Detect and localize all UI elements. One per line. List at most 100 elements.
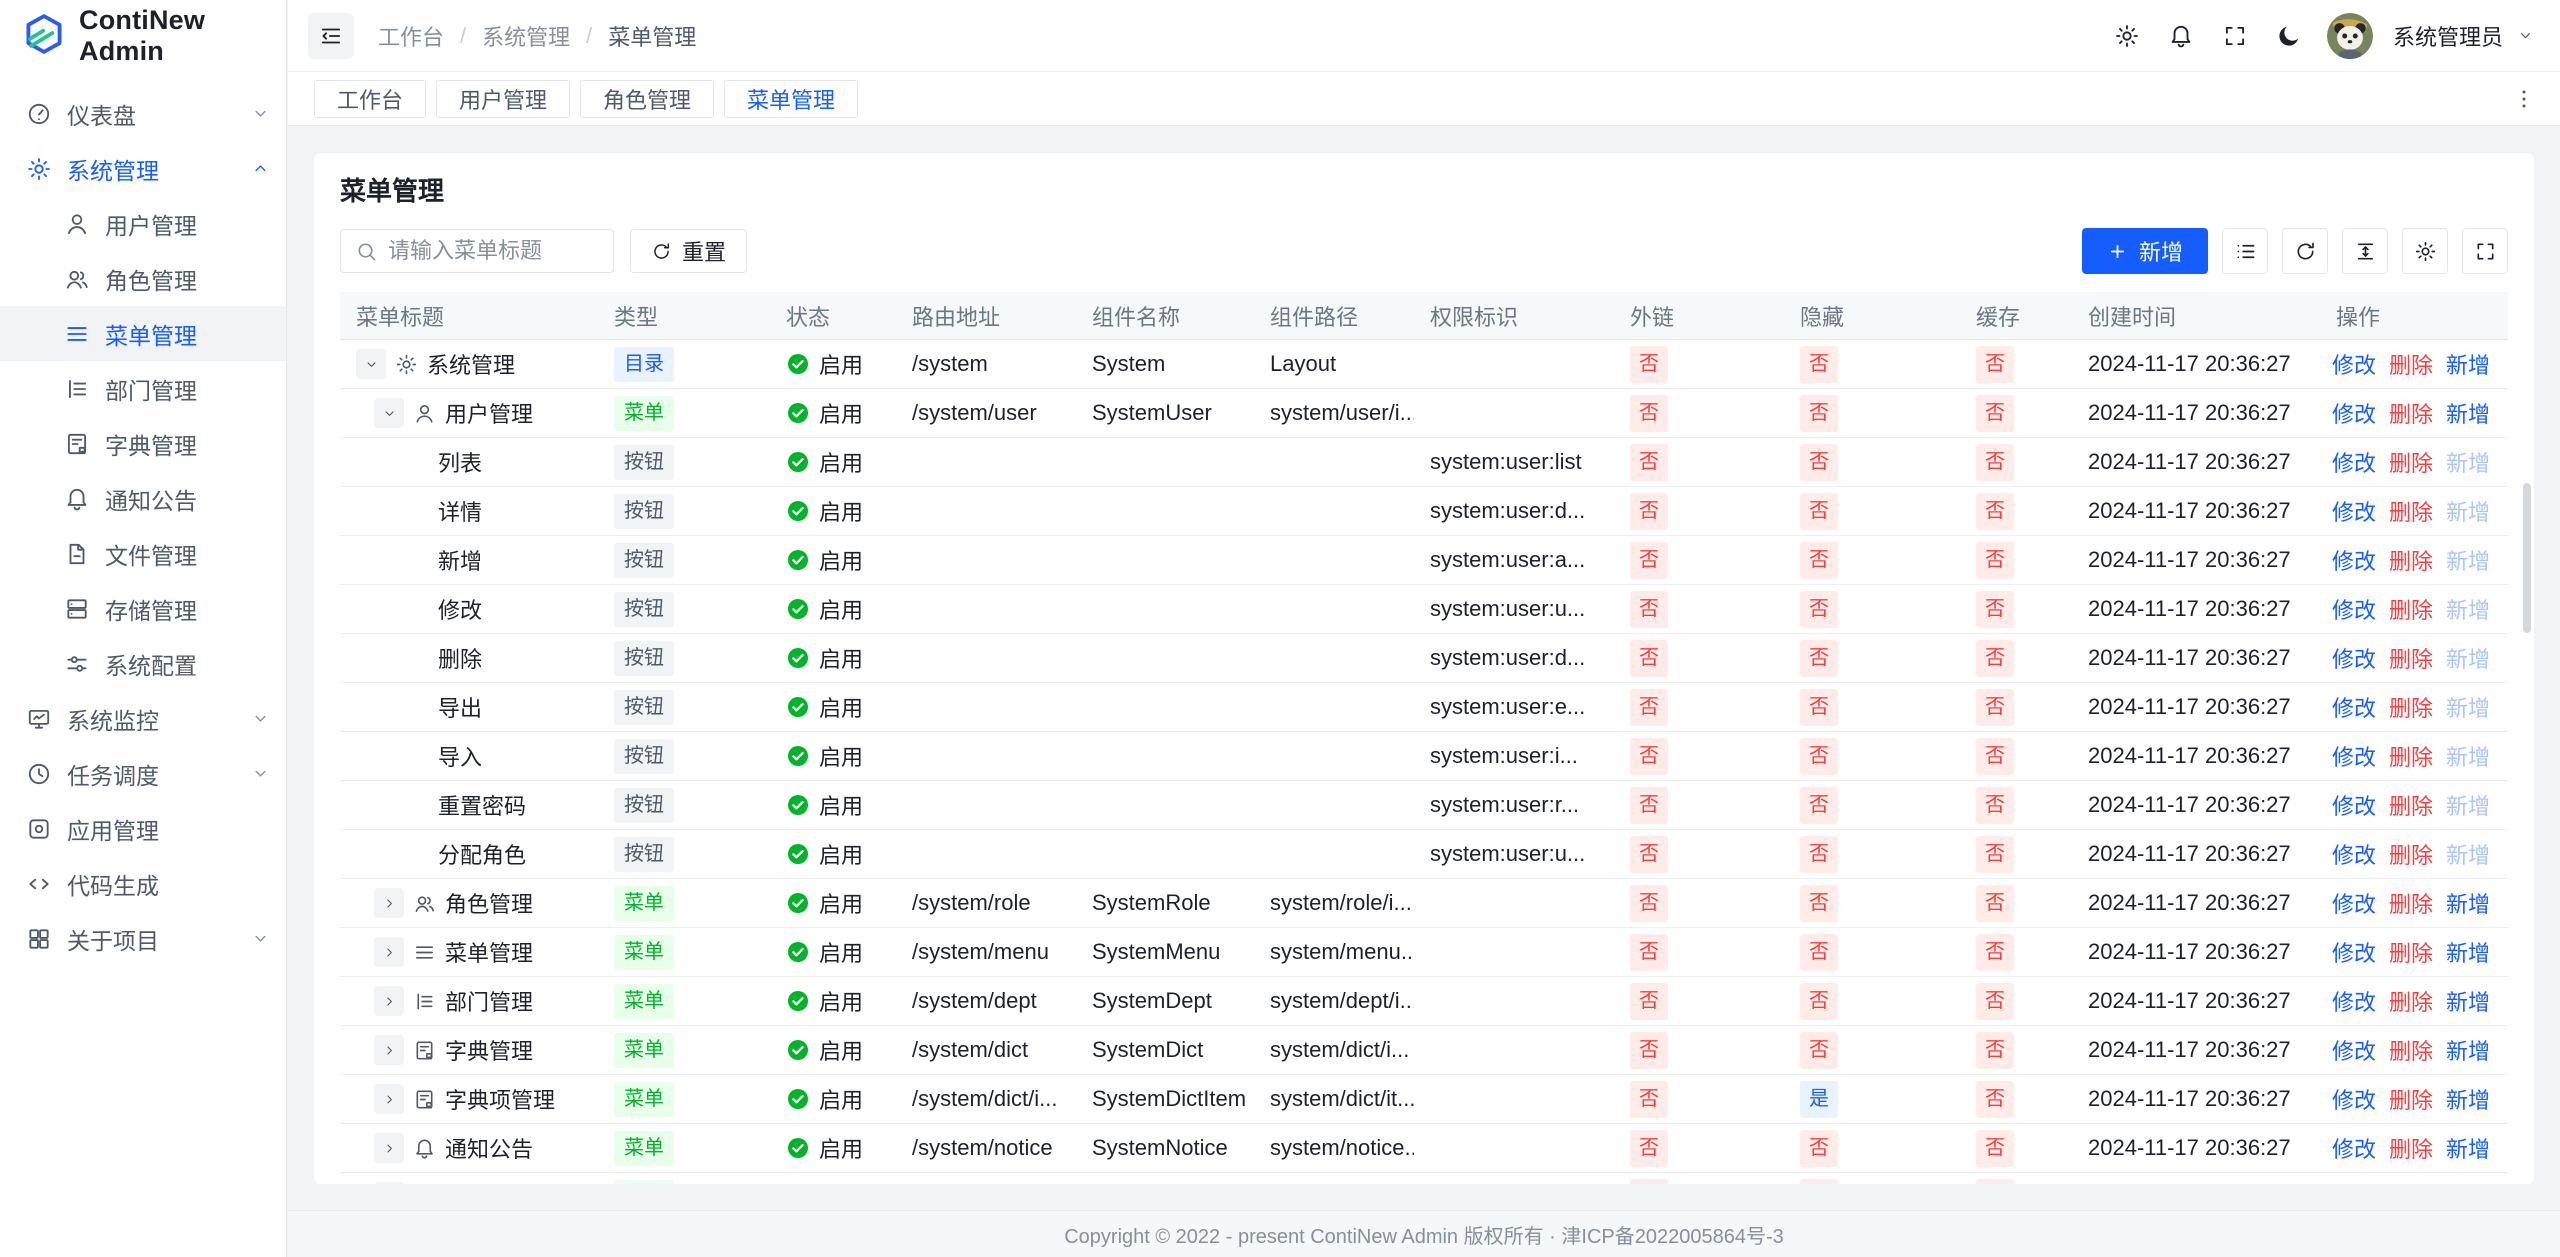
add-link[interactable]: 新增 xyxy=(2446,887,2490,919)
tab-菜单管理[interactable]: 菜单管理 xyxy=(724,80,858,118)
edit-link[interactable]: 修改 xyxy=(2332,1034,2376,1066)
table-fullscreen-button[interactable] xyxy=(2462,228,2508,274)
delete-link[interactable]: 删除 xyxy=(2389,691,2433,723)
delete-link[interactable]: 删除 xyxy=(2389,1181,2433,1184)
edit-link[interactable]: 修改 xyxy=(2332,985,2376,1017)
delete-link[interactable]: 删除 xyxy=(2389,348,2433,380)
settings-icon[interactable] xyxy=(2105,14,2149,58)
edit-link[interactable]: 修改 xyxy=(2332,1083,2376,1115)
tab-角色管理[interactable]: 角色管理 xyxy=(580,80,714,118)
delete-link[interactable]: 删除 xyxy=(2389,397,2433,429)
edit-link[interactable]: 修改 xyxy=(2332,397,2376,429)
edit-link[interactable]: 修改 xyxy=(2332,838,2376,870)
edit-link[interactable]: 修改 xyxy=(2332,1181,2376,1184)
username[interactable]: 系统管理员 xyxy=(2393,20,2503,52)
delete-link[interactable]: 删除 xyxy=(2389,887,2433,919)
delete-link[interactable]: 删除 xyxy=(2389,593,2433,625)
add-link[interactable]: 新增 xyxy=(2446,397,2490,429)
sidebar-item-文件管理[interactable]: 文件管理 xyxy=(0,526,286,581)
dark-mode-icon[interactable] xyxy=(2267,14,2311,58)
table-scrollbar[interactable] xyxy=(2523,483,2531,633)
add-link[interactable]: 新增 xyxy=(2446,348,2490,380)
refresh-table-button[interactable] xyxy=(2282,228,2328,274)
fullscreen-icon[interactable] xyxy=(2213,14,2257,58)
column-settings-button[interactable] xyxy=(2402,228,2448,274)
sidebar-item-任务调度[interactable]: 任务调度 xyxy=(0,746,286,801)
expand-toggle[interactable] xyxy=(374,398,404,428)
delete-link[interactable]: 删除 xyxy=(2389,1034,2433,1066)
edit-link[interactable]: 修改 xyxy=(2332,642,2376,674)
expand-toggle[interactable] xyxy=(356,349,386,379)
tab-工作台[interactable]: 工作台 xyxy=(314,80,426,118)
edit-link[interactable]: 修改 xyxy=(2332,1132,2376,1164)
delete-link[interactable]: 删除 xyxy=(2389,838,2433,870)
add-link[interactable]: 新增 xyxy=(2446,838,2490,870)
tab-用户管理[interactable]: 用户管理 xyxy=(436,80,570,118)
expand-toggle[interactable] xyxy=(374,1133,404,1163)
delete-link[interactable]: 删除 xyxy=(2389,985,2433,1017)
breadcrumb-item-系统管理[interactable]: 系统管理 xyxy=(482,20,570,52)
delete-link[interactable]: 删除 xyxy=(2389,789,2433,821)
expand-toggle[interactable] xyxy=(374,888,404,918)
edit-link[interactable]: 修改 xyxy=(2332,593,2376,625)
add-link[interactable]: 新增 xyxy=(2446,936,2490,968)
delete-link[interactable]: 删除 xyxy=(2389,642,2433,674)
breadcrumb-item-工作台[interactable]: 工作台 xyxy=(378,20,444,52)
add-link[interactable]: 新增 xyxy=(2446,1083,2490,1115)
add-link[interactable]: 新增 xyxy=(2446,1181,2490,1184)
expand-toggle[interactable] xyxy=(374,1035,404,1065)
add-link[interactable]: 新增 xyxy=(2446,985,2490,1017)
delete-link[interactable]: 删除 xyxy=(2389,446,2433,478)
edit-link[interactable]: 修改 xyxy=(2332,740,2376,772)
sidebar-item-存储管理[interactable]: 存储管理 xyxy=(0,581,286,636)
add-link[interactable]: 新增 xyxy=(2446,446,2490,478)
sidebar-item-关于项目[interactable]: 关于项目 xyxy=(0,911,286,966)
add-link[interactable]: 新增 xyxy=(2446,642,2490,674)
edit-link[interactable]: 修改 xyxy=(2332,348,2376,380)
add-link[interactable]: 新增 xyxy=(2446,740,2490,772)
sidebar-item-代码生成[interactable]: 代码生成 xyxy=(0,856,286,911)
brand[interactable]: ContiNew Admin xyxy=(0,0,286,72)
sidebar-item-应用管理[interactable]: 应用管理 xyxy=(0,801,286,856)
density-list-button[interactable] xyxy=(2222,228,2268,274)
sidebar-item-系统配置[interactable]: 系统配置 xyxy=(0,636,286,691)
sidebar-item-部门管理[interactable]: 部门管理 xyxy=(0,361,286,416)
edit-link[interactable]: 修改 xyxy=(2332,936,2376,968)
avatar[interactable] xyxy=(2327,13,2373,59)
add-link[interactable]: 新增 xyxy=(2446,1132,2490,1164)
edit-link[interactable]: 修改 xyxy=(2332,495,2376,527)
sidebar-item-通知公告[interactable]: 通知公告 xyxy=(0,471,286,526)
add-button[interactable]: 新增 xyxy=(2082,228,2208,274)
delete-link[interactable]: 删除 xyxy=(2389,544,2433,576)
delete-link[interactable]: 删除 xyxy=(2389,740,2433,772)
expand-toggle[interactable] xyxy=(374,986,404,1016)
add-link[interactable]: 新增 xyxy=(2446,1034,2490,1066)
reset-button[interactable]: 重置 xyxy=(630,229,747,273)
expand-toggle[interactable] xyxy=(374,937,404,967)
edit-link[interactable]: 修改 xyxy=(2332,789,2376,821)
edit-link[interactable]: 修改 xyxy=(2332,446,2376,478)
sidebar-item-系统监控[interactable]: 系统监控 xyxy=(0,691,286,746)
add-link[interactable]: 新增 xyxy=(2446,544,2490,576)
sidebar-item-仪表盘[interactable]: 仪表盘 xyxy=(0,86,286,141)
add-link[interactable]: 新增 xyxy=(2446,593,2490,625)
sidebar-collapse-button[interactable] xyxy=(308,13,354,59)
breadcrumb-item-菜单管理[interactable]: 菜单管理 xyxy=(608,20,696,52)
delete-link[interactable]: 删除 xyxy=(2389,495,2433,527)
add-link[interactable]: 新增 xyxy=(2446,691,2490,723)
edit-link[interactable]: 修改 xyxy=(2332,691,2376,723)
sidebar-item-菜单管理[interactable]: 菜单管理 xyxy=(0,306,286,361)
sidebar-item-用户管理[interactable]: 用户管理 xyxy=(0,196,286,251)
search-input[interactable] xyxy=(388,238,599,264)
delete-link[interactable]: 删除 xyxy=(2389,936,2433,968)
sidebar-item-字典管理[interactable]: 字典管理 xyxy=(0,416,286,471)
expand-toggle[interactable] xyxy=(374,1084,404,1114)
sidebar-item-角色管理[interactable]: 角色管理 xyxy=(0,251,286,306)
expand-toggle[interactable] xyxy=(374,1182,404,1184)
user-menu-chevron-icon[interactable] xyxy=(2517,27,2534,44)
add-link[interactable]: 新增 xyxy=(2446,789,2490,821)
add-link[interactable]: 新增 xyxy=(2446,495,2490,527)
row-height-button[interactable] xyxy=(2342,228,2388,274)
delete-link[interactable]: 删除 xyxy=(2389,1083,2433,1115)
notifications-icon[interactable] xyxy=(2159,14,2203,58)
